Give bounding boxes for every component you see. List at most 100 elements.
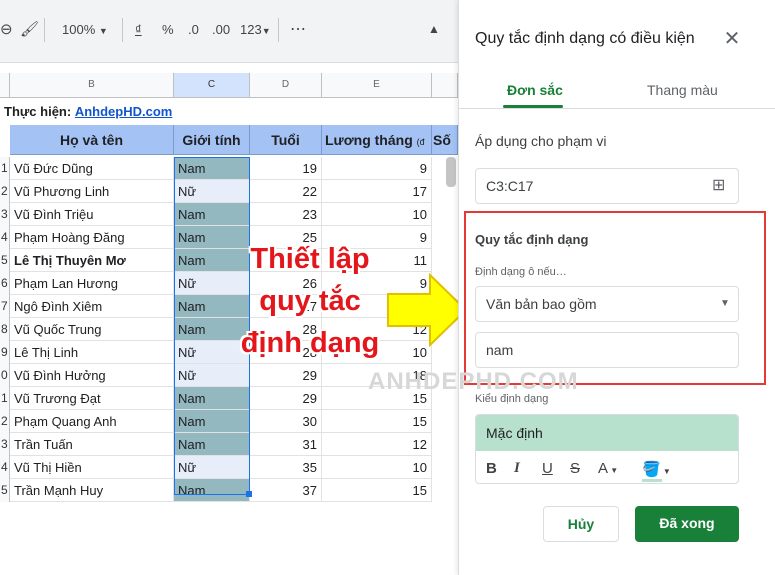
cell-gender[interactable]: Nam [174,157,250,180]
cell-age[interactable]: 29 [250,364,322,387]
cell-name[interactable]: Phạm Quang Anh [10,410,174,433]
bold-button[interactable]: B [486,460,497,477]
cell-salary[interactable]: 15 [322,479,432,502]
zoom-select[interactable]: 100% ▼ [62,22,108,37]
cancel-button[interactable]: Hủy [543,506,619,542]
tab-color-scale[interactable]: Thang màu [647,82,718,98]
toolbar-divider [278,18,279,42]
tab-single-color[interactable]: Đơn sắc [507,82,563,98]
row-number[interactable]: 1 [0,387,10,410]
cell-gender[interactable]: Nữ [174,180,250,203]
text-color-button[interactable]: A ▼ [598,460,618,477]
cell-gender[interactable]: Nam [174,479,250,502]
cell-gender[interactable]: Nam [174,433,250,456]
column-header-e[interactable]: E [322,73,432,97]
grid-select-icon[interactable]: ⊞ [712,169,725,203]
cell-salary[interactable]: 10 [322,203,432,226]
row-number[interactable]: 9 [0,341,10,364]
fill-color-swatch [642,479,662,482]
cell-salary[interactable]: 10 [322,456,432,479]
cell-name[interactable]: Trần Tuấn [10,433,174,456]
paint-format-icon[interactable]: 🖌 [20,20,39,38]
style-preview[interactable]: Mặc định [476,415,738,451]
cell-name[interactable]: Vũ Trương Đạt [10,387,174,410]
vertical-scrollbar[interactable] [446,157,456,187]
header-salary[interactable]: Lương tháng (đ [322,125,432,155]
credit-link[interactable]: AnhdepHD.com [75,104,173,119]
cell-age[interactable]: 31 [250,433,322,456]
row-number[interactable]: 0 [0,364,10,387]
row-number[interactable]: 4 [0,226,10,249]
row-number[interactable]: 6 [0,272,10,295]
cell-gender[interactable]: Nam [174,387,250,410]
chevron-down-icon: ▼ [660,467,671,476]
cell-age[interactable]: 22 [250,180,322,203]
cell-age[interactable]: 23 [250,203,322,226]
cell-name[interactable]: Ngô Đình Xiêm [10,295,174,318]
cell-gender[interactable]: Nữ [174,364,250,387]
header-extra[interactable]: Số [432,125,458,155]
number-format-select[interactable]: 123▼ [240,22,271,37]
cell-name[interactable]: Vũ Thị Hiền [10,456,174,479]
cell-age[interactable]: 37 [250,479,322,502]
decrease-decimal-button[interactable]: .0 [188,22,199,37]
row-number[interactable]: 3 [0,433,10,456]
cell-salary[interactable]: 15 [322,410,432,433]
done-button[interactable]: Đã xong [635,506,739,542]
cell-age[interactable]: 35 [250,456,322,479]
cell-salary[interactable]: 12 [322,433,432,456]
condition-select[interactable]: Văn bản bao gồm ▼ [475,286,739,322]
value-input[interactable]: nam [475,332,739,368]
row-number[interactable]: 5 [0,249,10,272]
cell-age[interactable]: 29 [250,387,322,410]
cell-name[interactable]: Phạm Hoàng Đăng [10,226,174,249]
column-header-d[interactable]: D [250,73,322,97]
row-number[interactable]: 4 [0,456,10,479]
row-number[interactable]: 2 [0,410,10,433]
cell-gender[interactable]: Nữ [174,456,250,479]
row-number[interactable]: 1 [0,157,10,180]
row-number[interactable]: 8 [0,318,10,341]
selection-handle[interactable] [246,491,252,497]
cell-gender[interactable]: Nam [174,203,250,226]
underline-button[interactable]: U [542,460,553,477]
credit-row[interactable]: Thực hiện: AnhdepHD.com [0,100,432,123]
header-gender[interactable]: Giới tính [174,125,250,155]
row-number[interactable]: 7 [0,295,10,318]
header-age[interactable]: Tuổi [250,125,322,155]
range-input[interactable]: C3:C17 ⊞ [475,168,739,204]
cell-name[interactable]: Lê Thị Thuyên Mơ [10,249,174,272]
row-number[interactable]: 2 [0,180,10,203]
corner-cell[interactable] [0,73,10,97]
cell-name[interactable]: Vũ Quốc Trung [10,318,174,341]
percent-format-button[interactable]: % [162,22,174,37]
clear-format-icon[interactable]: ⊖ [0,20,13,38]
fill-color-button[interactable]: 🪣 ▼ [642,460,671,478]
cell-name[interactable]: Vũ Đình Hưởng [10,364,174,387]
cell-name[interactable]: Phạm Lan Hương [10,272,174,295]
cell-gender[interactable]: Nam [174,410,250,433]
cell-age[interactable]: 19 [250,157,322,180]
cell-name[interactable]: Vũ Đình Triệu [10,203,174,226]
increase-decimal-button[interactable]: .00 [212,22,230,37]
more-options-icon[interactable]: ⋯ [290,19,306,39]
cell-salary[interactable]: 17 [322,180,432,203]
currency-format-button[interactable]: ₫ [135,22,142,37]
strikethrough-button[interactable]: S [570,460,580,477]
column-header-c[interactable]: C [174,73,250,97]
cell-name[interactable]: Lê Thị Linh [10,341,174,364]
header-name[interactable]: Họ và tên [10,125,174,155]
italic-button[interactable]: I [514,460,520,477]
zoom-value: 100% [62,22,96,37]
row-number[interactable]: 3 [0,203,10,226]
cell-salary[interactable]: 9 [322,157,432,180]
cell-age[interactable]: 30 [250,410,322,433]
cell-name[interactable]: Trần Mạnh Huy [10,479,174,502]
collapse-toolbar-icon[interactable]: ▲ [428,22,440,36]
row-number[interactable]: 5 [0,479,10,502]
column-header-f[interactable] [432,73,458,97]
cell-name[interactable]: Vũ Đức Dũng [10,157,174,180]
close-icon[interactable]: ✕ [721,28,743,50]
column-header-b[interactable]: B [10,73,174,97]
cell-name[interactable]: Vũ Phương Linh [10,180,174,203]
